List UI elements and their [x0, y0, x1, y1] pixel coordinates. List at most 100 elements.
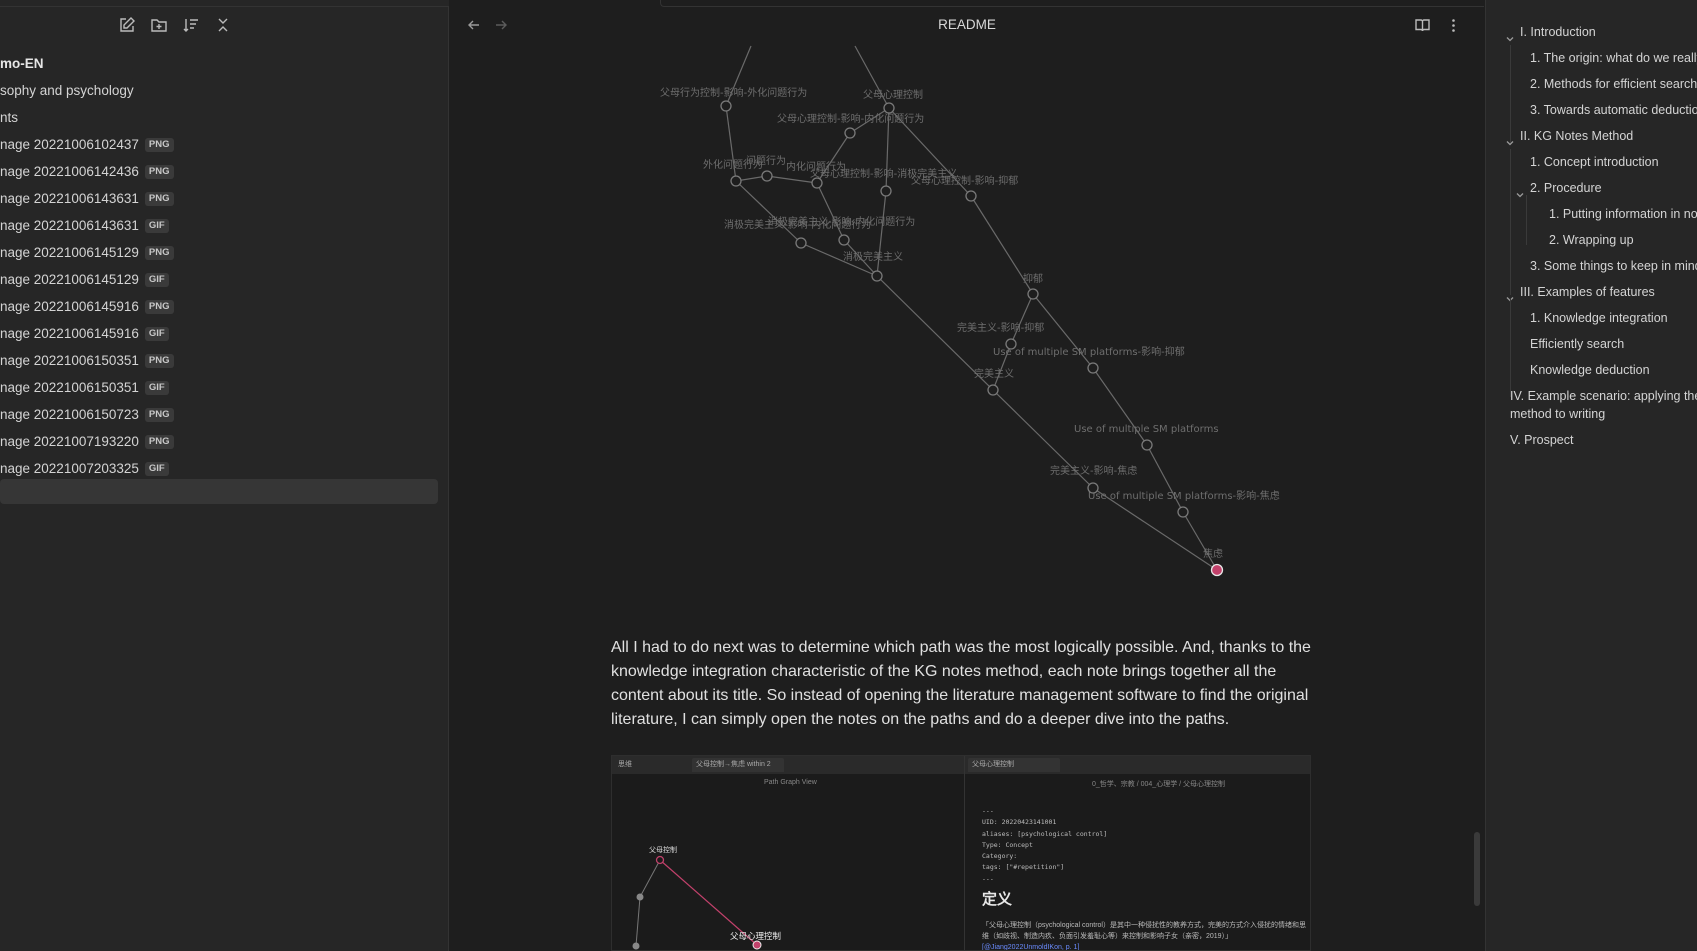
outline-indent-guide [1510, 149, 1511, 295]
new-note-icon[interactable] [118, 16, 136, 34]
outline-item[interactable]: 1. The origin: what do we really need [1486, 45, 1697, 71]
outline-item[interactable]: V. Prospect [1486, 427, 1697, 453]
editor-scrollbar[interactable] [1474, 832, 1480, 906]
graph-label: 问题行为 [746, 154, 786, 167]
file-type-badge: PNG [144, 407, 174, 422]
embed-path-graph: 父母控制 父母心理控制 [632, 845, 781, 950]
outline-item[interactable]: 2. Methods for efficient search [1486, 71, 1697, 97]
sort-icon[interactable] [182, 16, 200, 34]
tree-item[interactable]: nage 20221006145916 PNG [0, 293, 449, 320]
file-type-badge: GIF [144, 272, 169, 287]
outline-item[interactable]: Efficiently search [1486, 331, 1697, 357]
outline-item[interactable]: method to writing [1486, 408, 1697, 427]
outline-item[interactable]: 1. Knowledge integration [1486, 305, 1697, 331]
tree-item-label: nage 20221006145916 [0, 326, 139, 341]
tree-item[interactable]: nage 20221006150351 PNG [0, 347, 449, 374]
embed-breadcrumb: 0_哲学、宗教 / 004_心理学 / 父母心理控制 [1092, 781, 1226, 788]
tree-item[interactable]: nage 20221006145129 GIF [0, 266, 449, 293]
file-type-badge: PNG [144, 353, 174, 368]
graph-label: 消极完美主义-影响-内化问题行为 [768, 215, 915, 228]
file-type-badge: PNG [144, 434, 174, 449]
file-type-badge: GIF [144, 326, 169, 341]
file-type-badge: PNG [144, 299, 174, 314]
outline-item[interactable]: 3. Some things to keep in mind [1486, 253, 1697, 279]
explorer-toolbar [118, 16, 232, 34]
outline-item-label: 2. Procedure [1530, 181, 1602, 195]
graph-label: 父母心理控制 [863, 88, 923, 101]
graph-label: Use of multiple SM platforms-影响-焦虑 [1088, 489, 1280, 502]
graph-label: 抑郁 [1023, 272, 1043, 285]
file-type-badge: GIF [144, 218, 169, 233]
graph-label: 父母行为控制-影响-外化问题行为 [660, 86, 807, 99]
outline-item[interactable]: 2. Procedure [1486, 175, 1697, 201]
file-tree: mo-EN sophy and psychology nts nage 2022100… [0, 50, 449, 482]
graph-label: 父母心理控制-影响-内化问题行为 [777, 112, 924, 125]
outline-item[interactable]: Knowledge deduction [1486, 357, 1697, 383]
outline-item[interactable]: 1. Putting information in notes [1486, 201, 1697, 227]
tree-item-label: nage 20221006150723 [0, 407, 139, 422]
outline-item[interactable]: I. Introduction [1486, 19, 1697, 45]
tab-strip [660, 0, 1484, 7]
outline-item[interactable]: 2. Wrapping up [1486, 227, 1697, 253]
tree-item[interactable]: nage 20221006142436 PNG [0, 158, 449, 185]
tree-item-selected[interactable] [0, 479, 438, 504]
graph-label: 焦虑 [1203, 547, 1223, 560]
tree-item[interactable]: nage 20221006150723 PNG [0, 401, 449, 428]
outline-item[interactable]: IV. Example scenario: applying the [1486, 383, 1697, 409]
tree-item[interactable]: nage 20221006102437 PNG [0, 131, 449, 158]
tree-item[interactable]: nage 20221006145129 PNG [0, 239, 449, 266]
tree-item-label: sophy and psychology [0, 83, 134, 98]
path-graph-image: 父母行为控制-影响-外化问题行为 父母心理控制 父母心理控制-影响-内化问题行为… [660, 45, 1280, 577]
graph-label: 完美主义-影响-焦虑 [1050, 464, 1137, 477]
tree-item[interactable]: nage 20221006145916 GIF [0, 320, 449, 347]
more-options-icon[interactable] [1445, 17, 1462, 39]
tree-item[interactable]: nts [0, 104, 449, 131]
chevron-down-icon[interactable] [1515, 183, 1525, 198]
outline-item-label: 1. Putting information in notes [1549, 207, 1697, 221]
outline-item-label: Efficiently search [1530, 337, 1625, 351]
outline-item[interactable]: III. Examples of features [1486, 279, 1697, 305]
outline-item-label: III. Examples of features [1520, 285, 1655, 299]
tree-item-label: nage 20221006150351 [0, 353, 139, 368]
tree-item[interactable]: nage 20221007203325 GIF [0, 455, 449, 482]
editor-pane: README 父母行为控制-影响-外化问题行为 父母心理控制 父母心理控制-影响… [450, 0, 1484, 951]
graph-label: Use of multiple SM platforms-影响-抑郁 [993, 345, 1185, 358]
outline-item-label: 1. Concept introduction [1530, 155, 1659, 169]
embed-tab: 父母心理控制 [968, 758, 1060, 772]
tree-item-label: nage 20221006150351 [0, 380, 139, 395]
file-type-badge: PNG [144, 191, 174, 206]
tree-item-label: nage 20221006142436 [0, 164, 139, 179]
file-type-badge: PNG [144, 245, 174, 260]
tree-item-label: nage 20221007193220 [0, 434, 139, 449]
outline-item[interactable]: 3. Towards automatic deduction [1486, 97, 1697, 123]
tree-item[interactable]: sophy and psychology [0, 77, 449, 104]
new-folder-icon[interactable] [150, 16, 168, 34]
collapse-all-icon[interactable] [214, 16, 232, 34]
tree-item[interactable]: nage 20221006143631 PNG [0, 185, 449, 212]
tree-item[interactable]: mo-EN [0, 50, 449, 77]
outline-item[interactable]: II. KG Notes Method [1486, 123, 1697, 149]
outline-item[interactable]: 1. Concept introduction [1486, 149, 1697, 175]
tree-item[interactable]: nage 20221007193220 PNG [0, 428, 449, 455]
chevron-down-icon[interactable] [1505, 27, 1515, 42]
embed-desc-text: 「父母心理控制（psychological control）是其中一种侵扰性的教… [982, 922, 1306, 940]
file-type-badge: GIF [144, 380, 169, 395]
graph-label: Use of multiple SM platforms [1074, 424, 1219, 435]
outline-item-label: I. Introduction [1520, 25, 1596, 39]
graph-label: 父母心理控制-影响-抑郁 [911, 174, 1018, 187]
file-type-badge: PNG [144, 137, 174, 152]
outline-item-label: 2. Wrapping up [1549, 233, 1634, 247]
tree-item-label: nage 20221006145129 [0, 272, 139, 287]
graph-label: 完美主义-影响-抑郁 [957, 321, 1044, 334]
embed-graph-label: 父母心理控制 [730, 931, 781, 942]
tree-item-label: nage 20221006145129 [0, 245, 139, 260]
body-paragraph: All I had to do next was to determine wh… [611, 639, 1311, 728]
tree-item[interactable]: nage 20221006143631 GIF [0, 212, 449, 239]
outline-item-label: 1. Knowledge integration [1530, 311, 1668, 325]
tree-item-label: nage 20221006143631 [0, 218, 139, 233]
embed-description: 「父母心理控制（psychological control）是其中一种侵扰性的教… [982, 920, 1310, 950]
reading-view-icon[interactable] [1414, 17, 1431, 39]
embed-citation-link[interactable]: [@Jiang2022UnmoldIKon, p. 1] [982, 944, 1079, 950]
outline-item-label: 2. Methods for efficient search [1530, 77, 1697, 91]
tree-item[interactable]: nage 20221006150351 GIF [0, 374, 449, 401]
